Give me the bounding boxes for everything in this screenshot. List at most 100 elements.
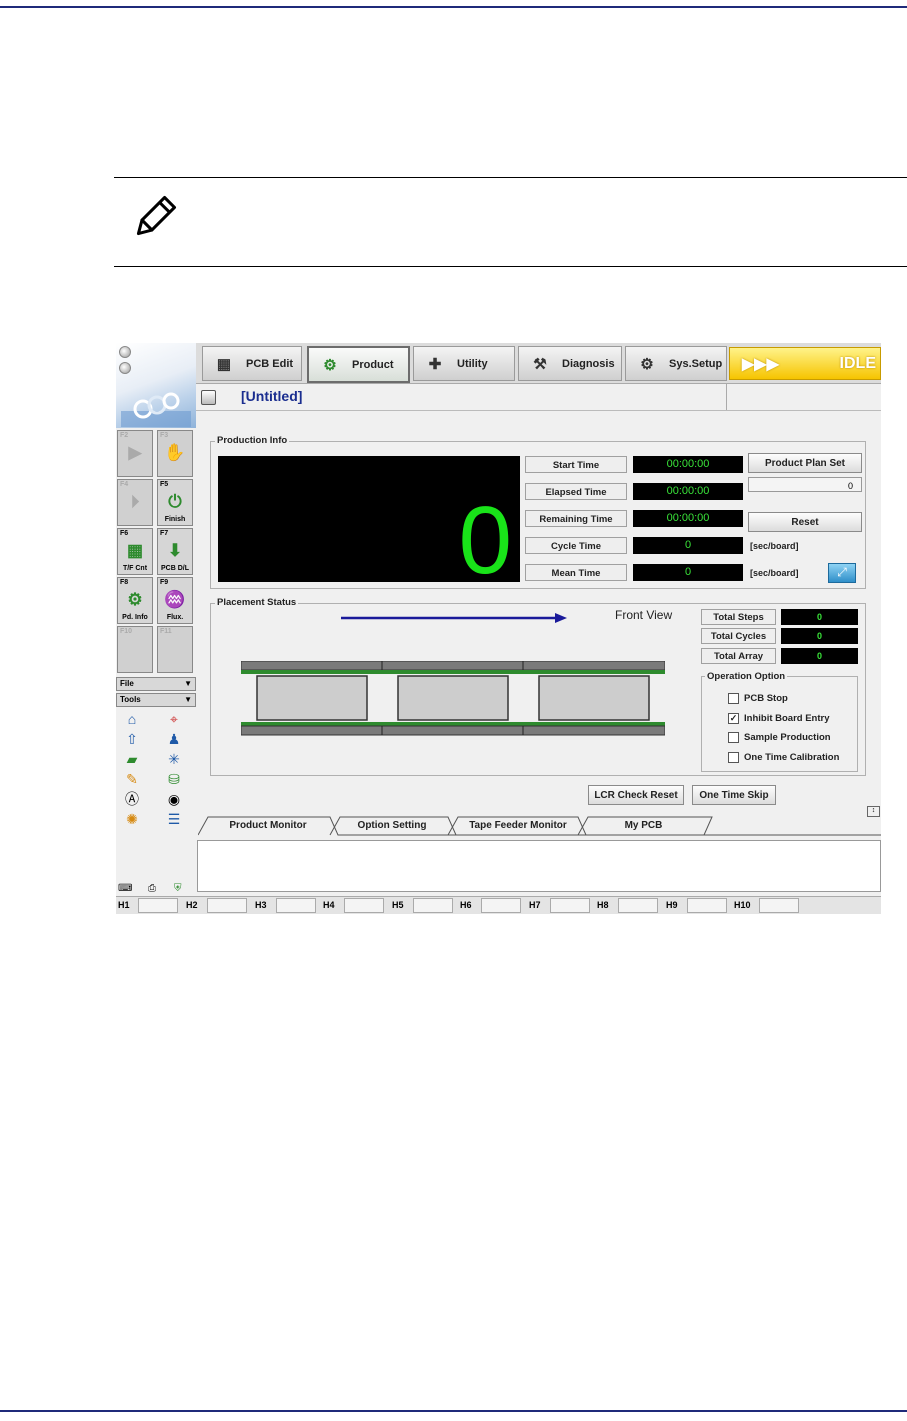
status-text: IDLE <box>839 354 876 372</box>
cycle-time-label: Cycle Time <box>525 537 627 554</box>
download-icon: ⬇ <box>167 541 183 560</box>
status-arrows: ▶▶▶ <box>742 355 779 373</box>
top-rule <box>0 6 907 8</box>
tab-diagnosis[interactable]: ⚒ Diagnosis <box>518 346 622 381</box>
finish-icon: ⏻ <box>168 492 182 511</box>
tab-product-monitor[interactable]: Product Monitor <box>208 817 328 835</box>
plan-value: 0 <box>848 481 854 491</box>
fkey-f8[interactable]: F8 ⚙ Pd. Info <box>117 577 153 624</box>
tab-option-setting[interactable]: Option Setting <box>338 817 446 835</box>
head-h7-box <box>550 898 590 913</box>
shield-icon[interactable]: ⛨ <box>174 883 182 894</box>
fkey-f9[interactable]: F9 ♒ Flux. <box>157 577 193 624</box>
product-plan-set-button[interactable]: Product Plan Set <box>748 453 862 473</box>
inhibit-board-entry-option[interactable]: ✓ Inhibit Board Entry <box>728 713 830 724</box>
crosshair-icon[interactable]: ⌖ <box>163 710 185 728</box>
triangle-down-icon: ▼ <box>184 679 192 688</box>
fkey-f2[interactable]: F2 ▶ <box>117 430 153 477</box>
status-idle-badge: ▶▶▶ IDLE <box>729 347 881 380</box>
auto-icon[interactable]: Ⓐ <box>121 790 143 808</box>
small-arrow-icon: ↕ <box>871 807 876 814</box>
list-icon[interactable]: ☰ <box>163 810 185 828</box>
tab-tape-feeder-monitor[interactable]: Tape Feeder Monitor <box>458 817 578 835</box>
total-cycles-label: Total Cycles <box>701 628 776 644</box>
tab-sys-setup[interactable]: ⚙ Sys.Setup <box>625 346 727 381</box>
total-steps-label: Total Steps <box>701 609 776 625</box>
feeder-icon[interactable]: ⛁ <box>163 770 185 788</box>
pcb-stop-checkbox[interactable] <box>728 693 739 704</box>
title-row: [Untitled] <box>196 384 881 411</box>
lcr-check-reset-button[interactable]: LCR Check Reset <box>588 785 684 805</box>
conveyor-icon[interactable]: ▰ <box>121 750 143 768</box>
fkey-f11[interactable]: F11 <box>157 626 193 673</box>
refresh-icon: ⤢ <box>837 565 847 579</box>
sys-setup-icon: ⚙ <box>640 355 654 373</box>
product-screen-screenshot: ▦ PCB Edit ⚙ Product ✚ Utility ⚒ Diagnosis ⚙… <box>116 343 881 914</box>
head-h10-box <box>759 898 799 913</box>
production-count-display: 0 <box>218 456 520 594</box>
message-area <box>197 840 881 892</box>
camera-icon[interactable]: ◉ <box>163 790 185 808</box>
window-radio-2[interactable] <box>119 362 131 374</box>
sample-production-option[interactable]: Sample Production <box>728 732 831 743</box>
tab-pcb-edit[interactable]: ▦ PCB Edit <box>202 346 302 381</box>
cycle-time-unit: [sec/board] <box>750 541 799 551</box>
elapsed-time-label: Elapsed Time <box>525 483 627 500</box>
one-time-calibration-option[interactable]: One Time Calibration <box>728 752 839 763</box>
reset-button[interactable]: Reset <box>748 512 862 532</box>
tools-panel: ⌂ ⌖ ⇧ ♟ ▰ ✳ ✎ ⛁ Ⓐ ◉ ✺ ☰ <box>118 708 194 838</box>
remaining-time-value: 00:00:00 <box>633 510 743 527</box>
keyboard-icon[interactable]: ⌨ <box>118 883 132 894</box>
head-h2-label: H2 <box>186 900 198 910</box>
note-top-line <box>114 177 907 178</box>
pcb-stop-option[interactable]: PCB Stop <box>728 693 788 704</box>
head-h5-label: H5 <box>392 900 404 910</box>
title-square-button[interactable] <box>201 390 216 405</box>
tab-utility[interactable]: ✚ Utility <box>413 346 515 381</box>
axis-icon[interactable]: ✳ <box>163 750 185 768</box>
remaining-time-label: Remaining Time <box>525 510 627 527</box>
tab-product[interactable]: ⚙ Product <box>307 346 410 383</box>
fkey-f4[interactable]: F4 ⏵ <box>117 479 153 526</box>
head-h3-box <box>276 898 316 913</box>
logo-corner <box>116 343 196 428</box>
printer-icon[interactable]: ⎙ <box>148 883 156 894</box>
head-h5-box <box>413 898 453 913</box>
product-gear-icon: ⚙ <box>323 356 337 374</box>
flow-direction-arrow <box>341 613 567 623</box>
tab-my-pcb[interactable]: My PCB <box>586 817 701 835</box>
fkey-panel: F2 ▶ F3 ✋ F4 ⏵ F5 ⏻ Finish F6 ▦ T/F Cnt F7 ⬇ PCB … <box>116 428 196 678</box>
fkey-f3[interactable]: F3 ✋ <box>157 430 193 477</box>
one-time-skip-button[interactable]: One Time Skip <box>692 785 776 805</box>
user-icon[interactable]: ♟ <box>163 730 185 748</box>
refresh-button[interactable]: ⤢ <box>828 563 856 583</box>
elapsed-time-value: 00:00:00 <box>633 483 743 500</box>
bottom-left-icons: ⌨ ⎙ ⛨ <box>116 883 196 896</box>
nozzle-icon[interactable]: ✎ <box>121 770 143 788</box>
head-h6-box <box>481 898 521 913</box>
gear-icon: ⚙ <box>127 590 143 609</box>
mean-time-label: Mean Time <box>525 564 627 581</box>
sample-production-checkbox[interactable] <box>728 732 739 743</box>
tools-dropdown[interactable]: Tools ▼ <box>116 693 196 707</box>
sun-gear-icon[interactable]: ✺ <box>121 810 143 828</box>
fkey-f10[interactable]: F10 <box>117 626 153 673</box>
flux-icon: ♒ <box>164 590 186 609</box>
utility-icon: ✚ <box>428 355 442 373</box>
head-h9-label: H9 <box>666 900 678 910</box>
fkey-f5[interactable]: F5 ⏻ Finish <box>157 479 193 526</box>
file-dropdown[interactable]: File ▼ <box>116 677 196 691</box>
fkey-f7[interactable]: F7 ⬇ PCB D/L <box>157 528 193 575</box>
total-array-label: Total Array <box>701 648 776 664</box>
head-h7-label: H7 <box>529 900 541 910</box>
fkey-f6[interactable]: F6 ▦ T/F Cnt <box>117 528 153 575</box>
window-radio-1[interactable] <box>119 346 131 358</box>
head-h8-box <box>618 898 658 913</box>
inhibit-board-entry-checkbox[interactable]: ✓ <box>728 713 739 724</box>
head-h9-box <box>687 898 727 913</box>
upload-arrow-icon[interactable]: ⇧ <box>121 730 143 748</box>
home-icon[interactable]: ⌂ <box>121 710 143 728</box>
one-time-calibration-checkbox[interactable] <box>728 752 739 763</box>
hand-icon: ✋ <box>164 443 186 462</box>
pcb-edit-icon: ▦ <box>216 355 232 373</box>
